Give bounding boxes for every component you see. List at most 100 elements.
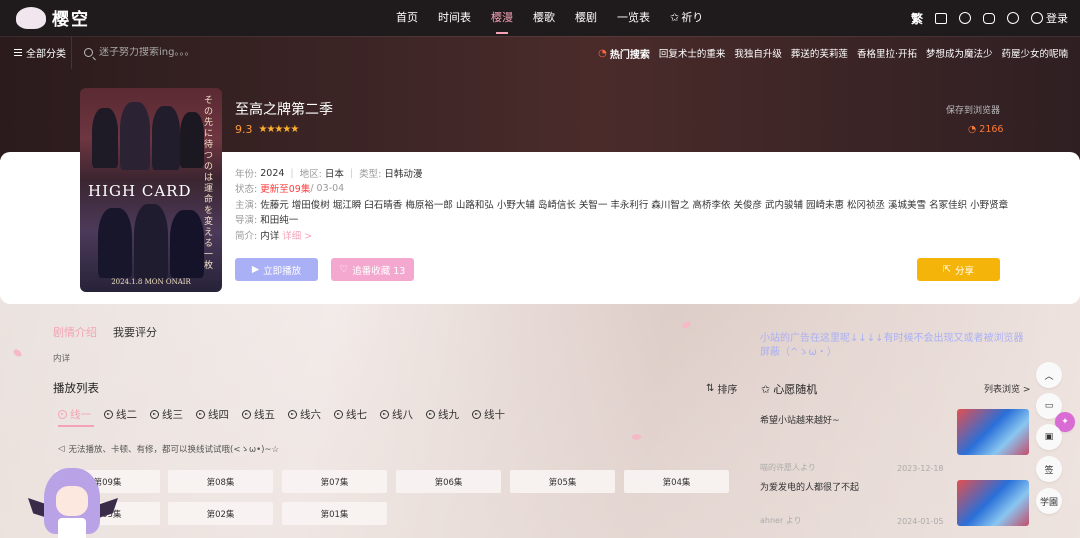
hot-search-item[interactable]: 我独自升级 (734, 46, 782, 60)
status-label: 状态: (235, 184, 258, 195)
hot-search-item[interactable]: 回复术士的重来 (659, 46, 726, 60)
play-circle-icon (334, 410, 343, 419)
episode-button[interactable]: 第01集 (282, 502, 387, 525)
summary-label: 简介: (235, 231, 258, 242)
meta-row-cast: 主演: 佐藤元 增田俊树 堀江瞬 臼石晴香 梅原裕一郎 山路和弘 小野大辅 岛崎… (235, 197, 1008, 211)
language-toggle[interactable]: 繁 (911, 10, 923, 27)
hot-search-item[interactable]: 香格里拉·开拓 (857, 46, 917, 60)
notice-text: 无法播放、卡顿、有修，都可以换线试试哦(<ゝω•)~☆ (68, 445, 280, 455)
line-label: 线八 (392, 409, 413, 421)
tab-line-10[interactable]: 线十 (472, 407, 505, 422)
episode-button[interactable]: 第08集 (168, 470, 273, 493)
scroll-top-button[interactable]: ︿ (1036, 362, 1062, 388)
search-input[interactable] (99, 47, 299, 58)
line-label: 线六 (300, 409, 321, 421)
line-label: 线一 (70, 409, 91, 421)
wish-thumbnail (957, 409, 1029, 455)
rating-stars: ★★★★★ (258, 124, 300, 135)
academy-button[interactable]: 学園 (1036, 488, 1062, 514)
region-label: 地区: (299, 169, 322, 180)
rating-score: 9.3 (235, 123, 253, 136)
wish-item[interactable]: 为爱发电的人都很了不起 ahner より 2024-01-05 (760, 480, 1032, 526)
summary-more-link[interactable]: 详细 > (282, 228, 312, 242)
tab-line-4[interactable]: 线四 (196, 407, 229, 422)
line-label: 线五 (254, 409, 275, 421)
video-icon[interactable] (935, 12, 947, 24)
browse-list-link[interactable]: 列表浏览 > (984, 382, 1030, 395)
mascot-character[interactable] (28, 464, 118, 538)
star-outline-icon: ✩ (670, 11, 680, 24)
episode-button[interactable]: 第04集 (624, 470, 729, 493)
search-icon[interactable] (84, 48, 93, 57)
active-line-indicator (58, 425, 94, 427)
sign-in-button[interactable]: 签 (1036, 456, 1062, 482)
hot-search-text: 热门搜索 (609, 49, 650, 61)
meta-row-summary: 简介: 内详 详细 > (235, 228, 312, 242)
app-float-button[interactable]: ▣ (1036, 424, 1062, 450)
anime-title: 至高之牌第二季 (235, 102, 333, 118)
poster-figure (120, 102, 150, 170)
nav-home[interactable]: 首页 (386, 0, 428, 36)
nav-drama[interactable]: 樱剧 (565, 0, 607, 36)
episode-button[interactable]: 第02集 (168, 502, 273, 525)
nav-anime[interactable]: 樱漫 (481, 0, 523, 36)
hot-search-item[interactable]: 葬送的芙莉莲 (791, 46, 848, 60)
site-logo[interactable]: 樱空 (16, 5, 90, 30)
tab-line-6[interactable]: 线六 (288, 407, 321, 422)
wish-user: 喵的许愿人より (760, 463, 816, 472)
poster-figure (170, 210, 204, 278)
play-circle-icon (288, 410, 297, 419)
tab-line-5[interactable]: 线五 (242, 407, 275, 422)
clock-icon[interactable] (1007, 12, 1019, 24)
line-label: 线三 (162, 409, 183, 421)
tab-line-8[interactable]: 线八 (380, 407, 413, 422)
tab-line-9[interactable]: 线九 (426, 407, 459, 422)
view-count: ◔ 2166 (968, 124, 1003, 135)
episode-button[interactable]: 第05集 (510, 470, 615, 493)
nav-songs[interactable]: 樱歌 (523, 0, 565, 36)
hot-search-item[interactable]: 梦想成为魔法少 (926, 46, 993, 60)
n-circle-icon[interactable] (959, 12, 971, 24)
line-label: 线十 (484, 409, 505, 421)
nav-catalog[interactable]: 一览表 (607, 0, 660, 36)
message-icon[interactable] (983, 12, 995, 24)
chevron-up-icon: ︿ (1044, 371, 1054, 382)
nav-pray[interactable]: ✩ 祈り (660, 0, 713, 36)
poster-vertical-text: その先に待つのは運命を変える一枚 (204, 96, 214, 271)
view-count-value: 2166 (979, 124, 1004, 135)
meta-row-year: 年份: 2024 | 地区: 日本 | 类型: 日韩动漫 (235, 167, 423, 181)
favorite-button[interactable]: ♡ 追番收藏 13 (331, 258, 414, 281)
episode-button[interactable]: 第07集 (282, 470, 387, 493)
tab-line-7[interactable]: 线七 (334, 407, 367, 422)
wish-item[interactable]: 希望小站越来越好~ 喵的许愿人より 2023-12-18 (760, 409, 1032, 473)
wish-section-title: ✩ 心愿随机 (761, 381, 817, 397)
share-button[interactable]: ⇱ 分享 (917, 258, 1000, 281)
sort-button[interactable]: ⇅ 排序 (706, 381, 737, 396)
wish-date: 2023-12-18 (897, 464, 944, 473)
episode-button[interactable]: 第06集 (396, 470, 501, 493)
wish-user: ahner より (760, 516, 802, 525)
tab-line-2[interactable]: 线二 (104, 407, 137, 422)
tab-line-3[interactable]: 线三 (150, 407, 183, 422)
fire-icon: ◔ (968, 124, 977, 135)
save-to-browser-link[interactable]: 保存到浏览器 (946, 103, 1000, 116)
wish-text: 为爱发电的人都很了不起 (760, 483, 860, 493)
tab-rating[interactable]: 我要评分 (113, 324, 157, 340)
tab-line-1[interactable]: 线一 (58, 407, 91, 422)
nav-schedule[interactable]: 时间表 (428, 0, 481, 36)
play-circle-icon (242, 410, 251, 419)
play-now-button[interactable]: ▶ 立即播放 (235, 258, 318, 281)
sparkle-icon: ✦ (1061, 417, 1069, 427)
category-search-bar: 全部分类 ◔热门搜索 回复术士的重来 我独自升级 葬送的芙莉莲 香格里拉·开拓 … (0, 36, 1080, 69)
hot-search-item[interactable]: 药屋少女的呢喃 (1001, 46, 1068, 60)
all-categories-button[interactable]: 全部分类 (0, 36, 72, 69)
tab-synopsis[interactable]: 剧情介绍 (53, 324, 97, 340)
wish-thumbnail (957, 480, 1029, 526)
star-outline-icon: ✩ (761, 382, 771, 396)
play-circle-icon (472, 410, 481, 419)
login-button[interactable]: 登录 (1031, 10, 1068, 26)
play-circle-icon (380, 410, 389, 419)
director-value: 和田纯一 (260, 215, 299, 226)
hot-searches: ◔ 热门搜索 回复术士的重来 我独自升级 葬送的芙莉莲 香格里拉·开拓 梦想成为魔… (598, 37, 1068, 69)
anime-poster[interactable]: その先に待つのは運命を変える一枚 HIGH CARD 2024.1.8 MON … (80, 88, 222, 292)
